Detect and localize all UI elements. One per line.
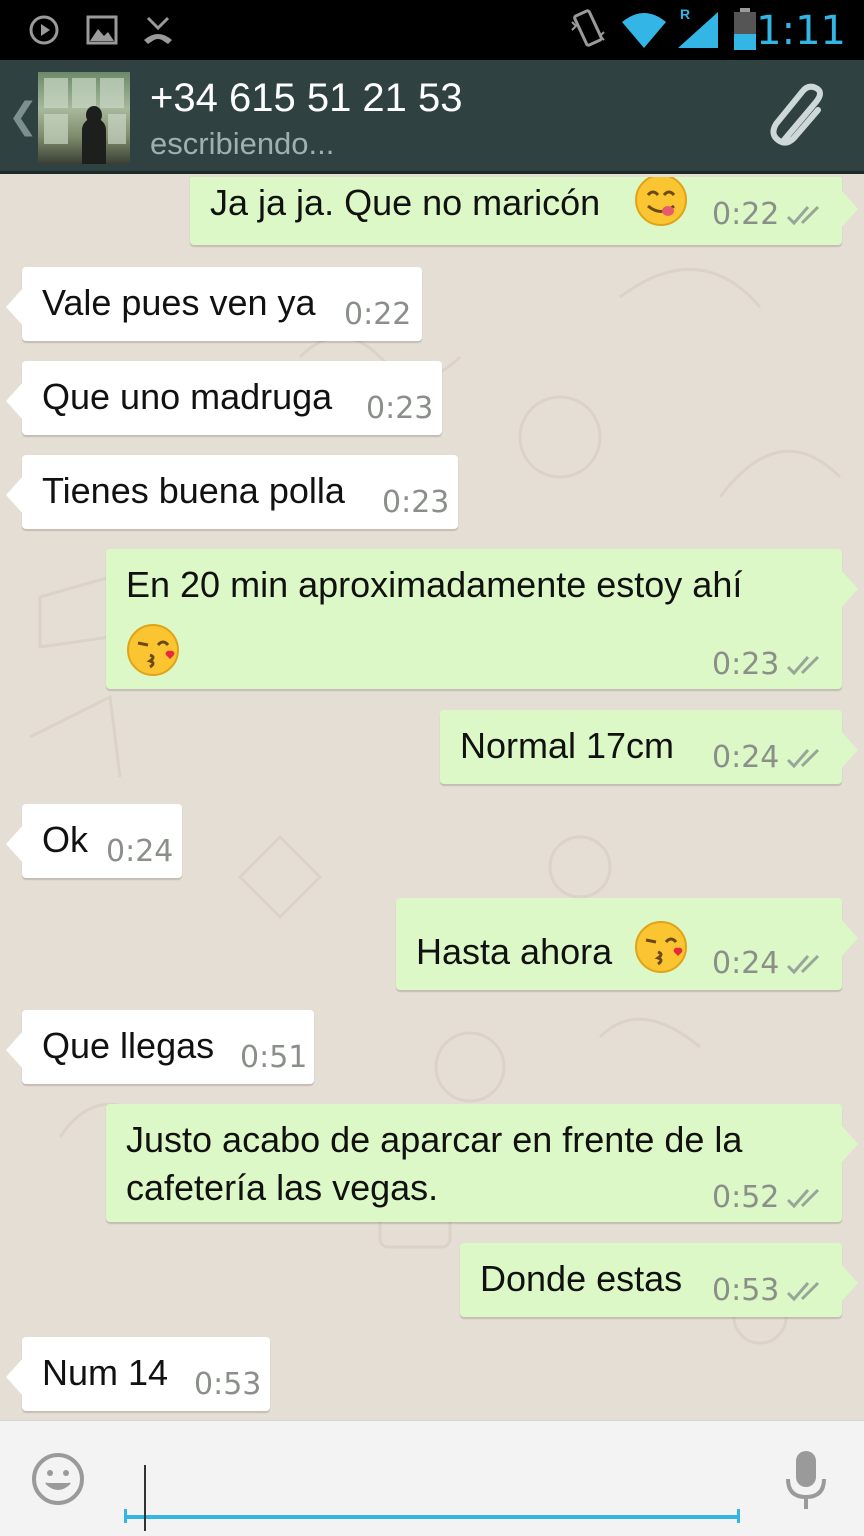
- double-check-icon: [786, 1188, 820, 1209]
- contact-status: escribiendo...: [150, 126, 335, 161]
- kiss-emoji-icon: [127, 624, 179, 676]
- message-input[interactable]: [124, 1445, 740, 1519]
- status-bar: R 1:11: [0, 0, 864, 60]
- kiss-emoji-icon: [635, 921, 687, 973]
- missed-call-icon: [144, 16, 172, 44]
- wifi-icon: [622, 13, 666, 48]
- message-incoming[interactable]: Num 14 0:53: [6, 1337, 270, 1411]
- message-text-line2: cafetería las vegas.: [126, 1167, 439, 1208]
- battery-icon: [734, 8, 756, 50]
- message-text: Hasta ahora: [416, 931, 613, 972]
- contact-name[interactable]: +34 615 51 21 53: [150, 74, 463, 122]
- paperclip-icon[interactable]: [764, 82, 836, 154]
- message-time: 0:52: [712, 1180, 780, 1215]
- message-outgoing[interactable]: En 20 min aproximadamente estoy ahí 0:23: [106, 549, 858, 689]
- double-check-icon: [786, 954, 820, 975]
- status-time: 1:11: [756, 8, 846, 54]
- message-incoming[interactable]: Tienes buena polla 0:23: [6, 455, 458, 529]
- message-text: Donde estas: [480, 1258, 683, 1299]
- message-outgoing[interactable]: Donde estas 0:53: [460, 1243, 858, 1317]
- message-text: Tienes buena polla: [42, 470, 345, 511]
- message-time: 0:22: [712, 197, 780, 232]
- input-underline-edge: [124, 1509, 127, 1523]
- compose-bar: [0, 1420, 864, 1536]
- message-incoming[interactable]: Que uno madruga 0:23: [6, 361, 442, 435]
- message-time: 0:23: [712, 647, 780, 682]
- message-text: Que uno madruga: [42, 376, 333, 417]
- message-text: Que llegas: [42, 1025, 215, 1066]
- message-text: Ok: [42, 819, 89, 860]
- message-incoming[interactable]: Vale pues ven ya 0:22: [6, 267, 422, 341]
- message-time: 0:23: [366, 391, 434, 426]
- image-icon: [86, 15, 118, 45]
- double-check-icon: [786, 748, 820, 769]
- message-text: Ja ja ja. Que no maricón: [210, 182, 601, 223]
- message-time: 0:24: [106, 834, 174, 869]
- message-time: 0:23: [382, 485, 450, 520]
- message-text: Justo acabo de aparcar en frente de la: [126, 1119, 743, 1160]
- input-underline-edge: [737, 1509, 740, 1523]
- chat-area[interactable]: Ja ja ja. Que no maricón 0:22 Vale pues …: [0, 177, 864, 1420]
- double-check-icon: [786, 205, 820, 226]
- play-icon: [29, 15, 59, 45]
- message-incoming[interactable]: Que llegas 0:51: [6, 1010, 314, 1084]
- message-text: En 20 min aproximadamente estoy ahí: [126, 564, 743, 605]
- message-time: 0:24: [712, 740, 780, 775]
- double-check-icon: [786, 1281, 820, 1302]
- message-text: Vale pues ven ya: [42, 282, 316, 323]
- message-time: 0:22: [344, 297, 412, 332]
- message-time: 0:53: [194, 1367, 262, 1402]
- message-text: Num 14: [42, 1352, 169, 1393]
- back-chevron-icon[interactable]: ❮: [8, 96, 38, 137]
- signal-icon: [678, 12, 718, 48]
- message-outgoing[interactable]: Justo acabo de aparcar en frente de la c…: [106, 1104, 858, 1222]
- message-time: 0:24: [712, 946, 780, 981]
- message-outgoing[interactable]: Ja ja ja. Que no maricón 0:22: [190, 177, 858, 245]
- yum-emoji-icon: [635, 177, 687, 226]
- vibrate-icon: [571, 9, 605, 47]
- message-text: Normal 17cm: [460, 725, 675, 766]
- message-time: 0:51: [240, 1040, 308, 1075]
- message-outgoing[interactable]: Normal 17cm 0:24: [440, 710, 858, 784]
- message-outgoing[interactable]: Hasta ahora 0:24: [396, 898, 858, 990]
- message-incoming[interactable]: Ok 0:24: [6, 804, 182, 878]
- double-check-icon: [786, 655, 820, 676]
- text-cursor: [144, 1465, 146, 1531]
- microphone-icon[interactable]: [784, 1449, 828, 1513]
- message-time: 0:53: [712, 1273, 780, 1308]
- avatar[interactable]: [38, 72, 130, 164]
- smiley-icon[interactable]: [30, 1451, 86, 1507]
